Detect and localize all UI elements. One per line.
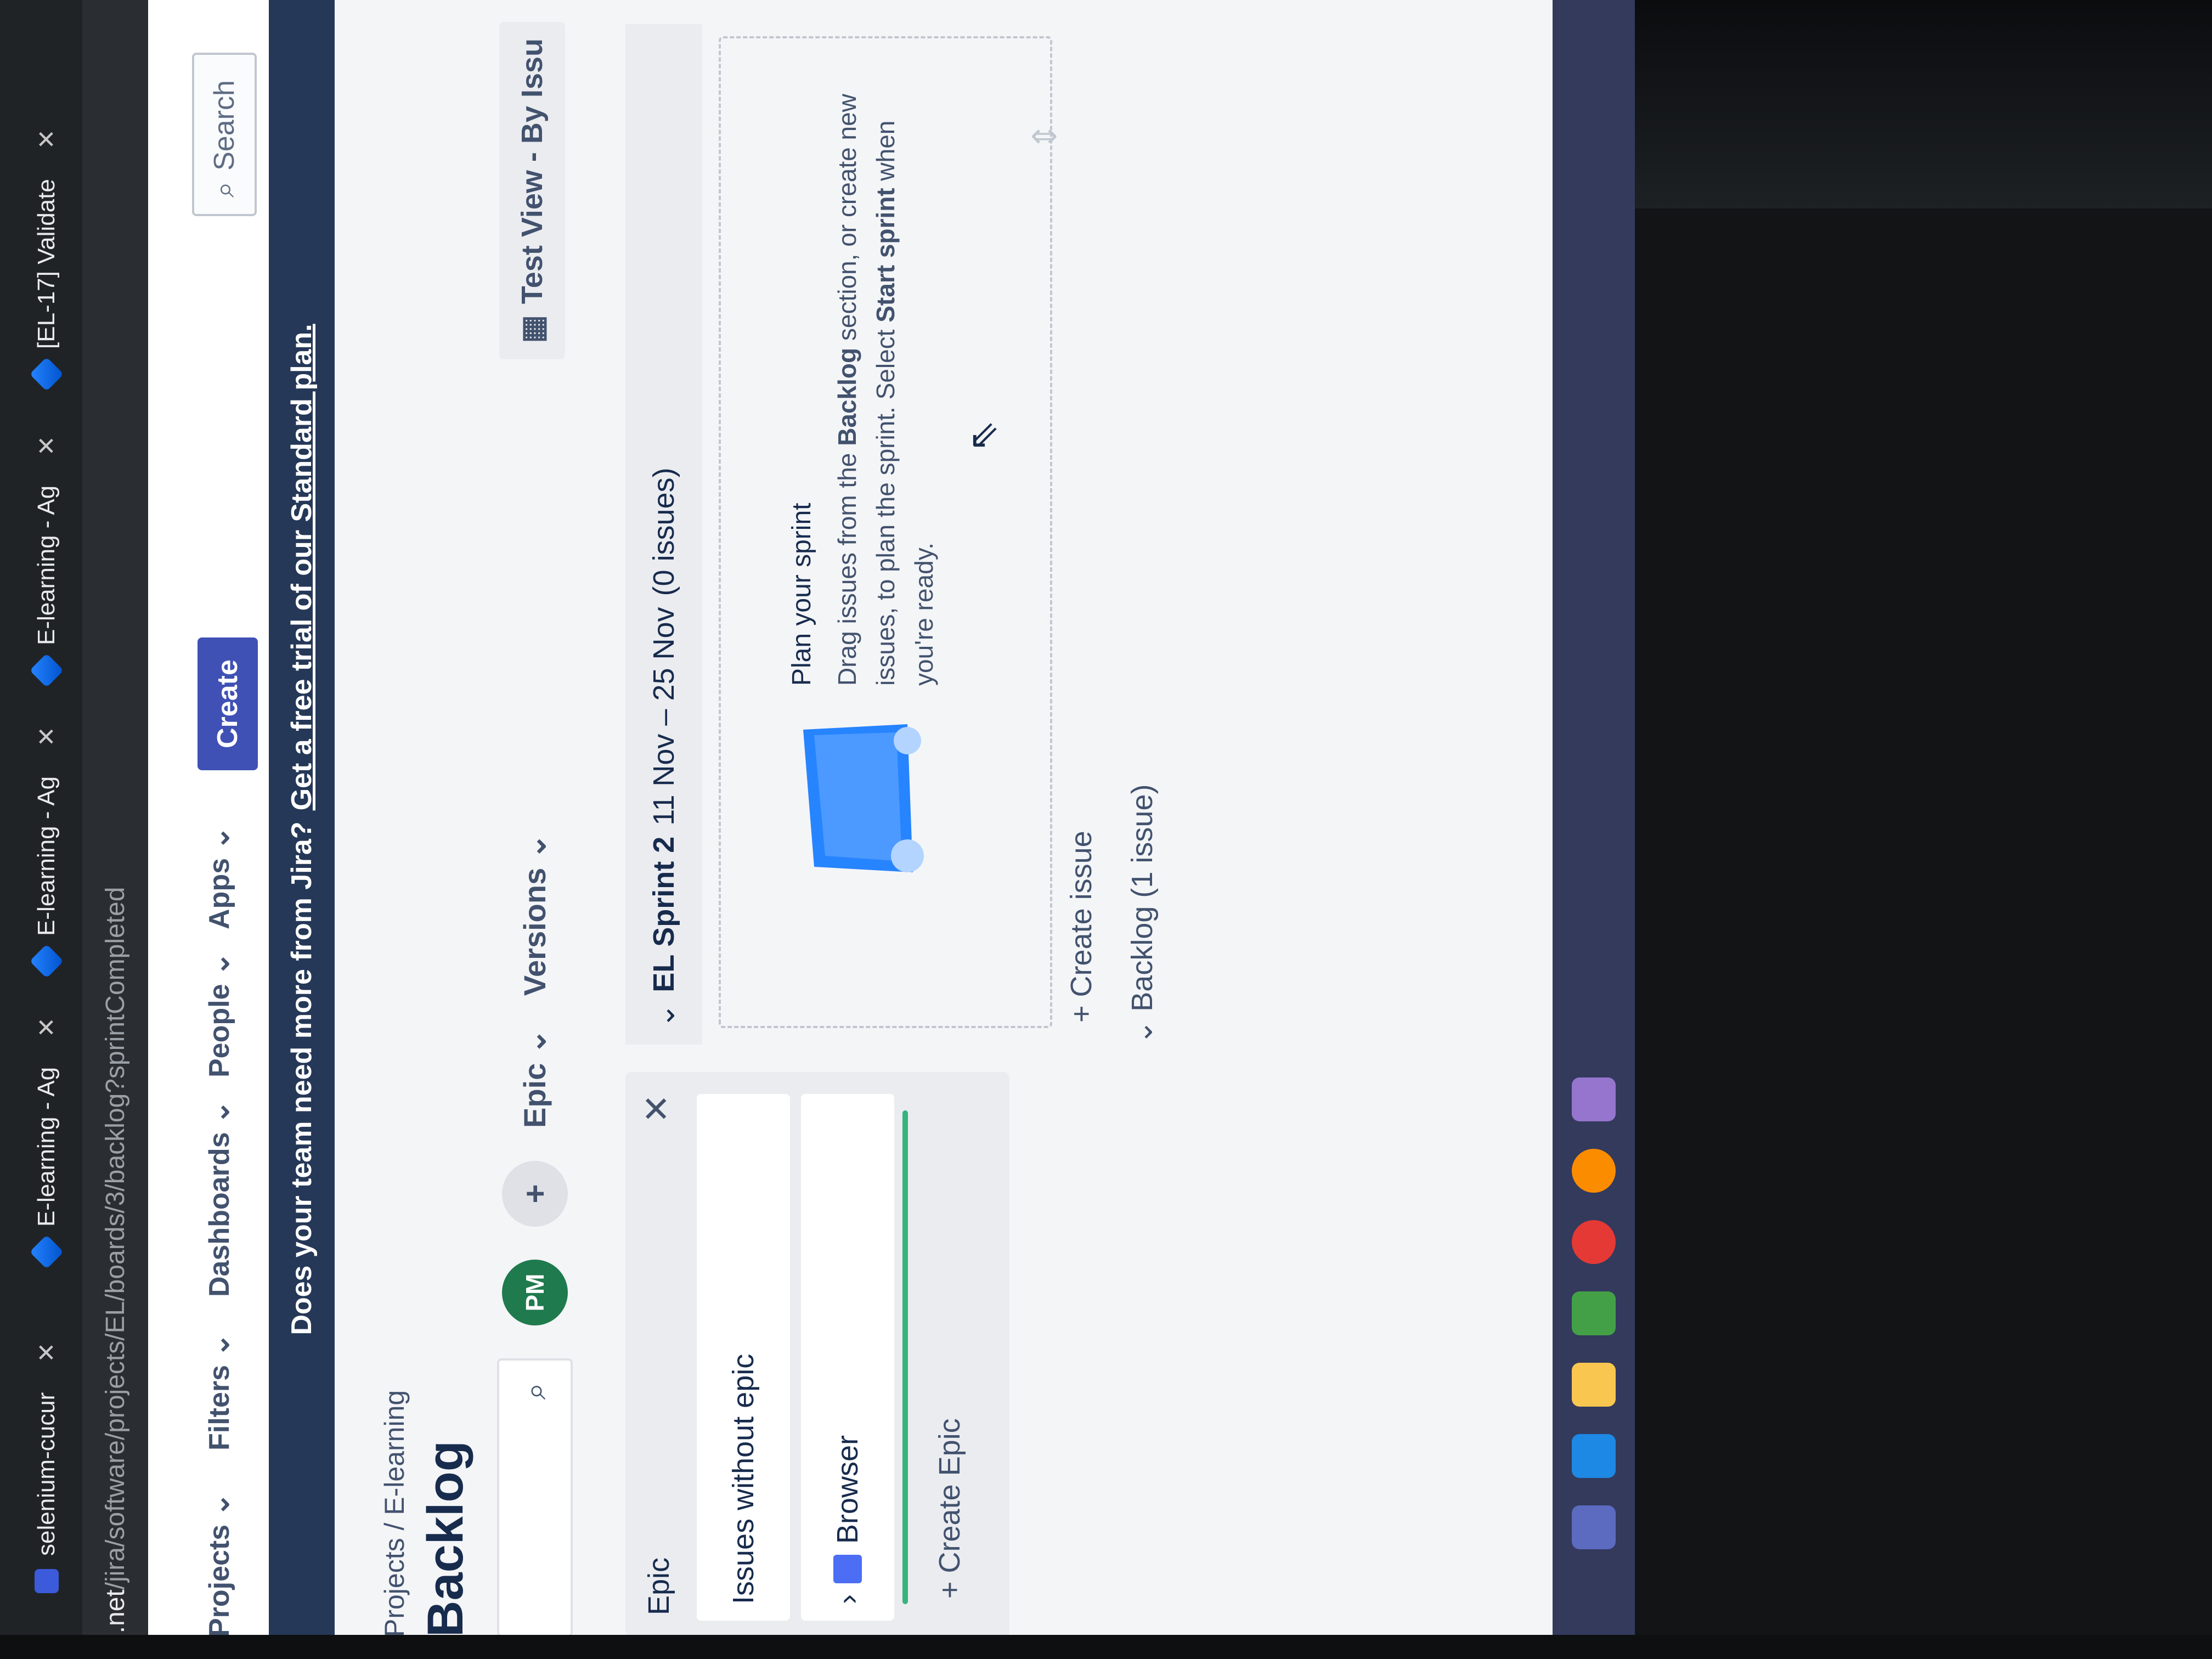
sprint-illustration-icon: [803, 724, 924, 872]
close-icon[interactable]: ✕: [33, 1342, 61, 1363]
nav-dashboards[interactable]: Dashboards ⌄: [203, 1100, 236, 1297]
create-epic-button[interactable]: + Create Epic: [933, 1418, 967, 1599]
backlog-section-header[interactable]: ⌄ Backlog (1 issue): [1125, 785, 1159, 1045]
tab-label: selenium-cucur: [33, 1392, 60, 1556]
task-view-icon[interactable]: [1572, 1505, 1616, 1549]
page-title: Backlog: [417, 1441, 473, 1637]
browser-tab[interactable]: selenium-cucur ✕: [22, 1342, 71, 1593]
nav-people-label: People: [204, 984, 235, 1078]
create-epic-label: Create Epic: [933, 1418, 966, 1573]
epic-filter-dropdown[interactable]: Epic ⌄: [517, 1029, 553, 1128]
backlog-label: Backlog: [1126, 906, 1159, 1012]
jira-favicon-icon: [29, 653, 64, 688]
avatar[interactable]: PM: [502, 1260, 568, 1325]
board-view-selector[interactable]: ▦ Test View - By Issu: [499, 22, 565, 360]
nav-projects-label: Projects: [204, 1524, 235, 1637]
create-issue-label: Create issue: [1065, 831, 1098, 997]
jira-favicon-icon: [29, 944, 64, 979]
epic-filter-label: Epic: [517, 1063, 552, 1128]
snipping-tool-icon[interactable]: [1572, 1077, 1616, 1121]
view-icon: ▦: [516, 315, 549, 343]
mouse-pointer-icon: ⇖: [961, 420, 1004, 452]
chevron-down-icon[interactable]: ⌄: [1126, 1020, 1159, 1045]
close-icon[interactable]: ✕: [33, 436, 61, 456]
nav-apps[interactable]: Apps ⌄: [203, 826, 236, 929]
jira-favicon-icon: [29, 357, 64, 392]
tab-label: E-learning - Ag: [33, 1066, 60, 1227]
board-filters: ⌕ PM + Epic ⌄ Versions ⌄: [497, 833, 573, 1637]
nav-filters[interactable]: Filters ⌄: [203, 1333, 236, 1451]
store-icon[interactable]: [1572, 1291, 1616, 1335]
browser-tab[interactable]: E-learning - Ag ✕: [22, 436, 71, 688]
epic-row-label: Browser: [831, 1435, 864, 1544]
laptop-keyboard: [0, 1635, 2212, 1659]
edge-browser-icon[interactable]: [1572, 1434, 1616, 1478]
plan-sprint-title: Plan your sprint: [787, 503, 816, 686]
drag-handle-icon[interactable]: ⇕: [1026, 123, 1064, 150]
epic-panel-heading: Epic: [642, 1557, 675, 1615]
tab-label: E-learning - Ag: [33, 485, 60, 645]
backlog-issue-count: (1 issue): [1126, 784, 1159, 898]
sprint-name: EL Sprint 2: [647, 836, 680, 992]
tab-label: [EL-17] Validate: [33, 179, 60, 349]
address-bar[interactable]: n.net /jira/software/projects/EL/boards/…: [82, 0, 148, 1659]
nav-people[interactable]: People ⌄: [203, 952, 236, 1077]
epic-panel: Epic ✕ Issues without epic › Browser + C…: [625, 1072, 1009, 1637]
close-icon[interactable]: ✕: [33, 1017, 61, 1037]
browser-tab[interactable]: E-learning - Ag ✕: [22, 726, 71, 979]
chevron-right-icon[interactable]: ›: [831, 1594, 865, 1604]
epic-progress-bar: [902, 1110, 908, 1604]
jira-page: Projects ⌄ Filters ⌄ Dashboards ⌄ People…: [148, 0, 1635, 1659]
sprint-header[interactable]: ⌄ EL Sprint 2 11 Nov – 25 Nov (0 issues): [625, 24, 702, 1045]
versions-filter-dropdown[interactable]: Versions ⌄: [517, 833, 553, 996]
nav-filters-label: Filters: [204, 1364, 235, 1451]
banner-text: Does your team need more from Jira?: [286, 821, 318, 1335]
global-search-input[interactable]: ⌕ Search: [192, 53, 257, 216]
browser-tab[interactable]: [EL-17] Validate ✕: [22, 129, 71, 392]
breadcrumb[interactable]: Projects / E-learning: [379, 1390, 410, 1637]
jira-favicon-icon: [29, 1234, 64, 1269]
top-navigation: Projects ⌄ Filters ⌄ Dashboards ⌄ People…: [148, 0, 270, 1659]
sprint-drop-zone[interactable]: Plan your sprint Drag issues from the Ba…: [719, 36, 1052, 1028]
plan-text-start-sprint: Start sprint: [871, 188, 900, 323]
close-icon[interactable]: ✕: [33, 726, 61, 747]
plan-text-part: Drag issues from the: [833, 453, 861, 686]
versions-filter-label: Versions: [517, 867, 552, 996]
chevron-down-icon[interactable]: ⌄: [647, 1003, 681, 1028]
nav-dashboards-label: Dashboards: [204, 1132, 235, 1297]
browser-tab[interactable]: E-learning - Ag ✕: [22, 1017, 71, 1269]
selenium-favicon-icon: [35, 1569, 59, 1593]
browser-tab-bar: selenium-cucur ✕ E-learning - Ag ✕ E-lea…: [0, 0, 82, 1659]
epic-row-label: Issues without epic: [727, 1353, 760, 1604]
create-button[interactable]: Create: [198, 637, 258, 770]
file-explorer-icon[interactable]: [1572, 1363, 1616, 1407]
epic-color-icon: [833, 1555, 862, 1584]
add-people-icon[interactable]: +: [502, 1161, 568, 1227]
firefox-icon[interactable]: [1572, 1149, 1616, 1193]
plan-text-backlog: Backlog: [833, 347, 861, 446]
address-path: /jira/software/projects/EL/boards/3/back…: [100, 887, 130, 1590]
laptop-screen: selenium-cucur ✕ E-learning - Ag ✕ E-lea…: [0, 0, 1635, 1659]
chrome-icon[interactable]: [1572, 1220, 1616, 1264]
search-icon: ⌕: [208, 181, 240, 198]
close-icon[interactable]: ✕: [33, 129, 61, 149]
plan-sprint-text: Drag issues from the Backlog section, or…: [828, 55, 943, 686]
create-issue-button[interactable]: + Create issue: [1064, 831, 1098, 1023]
nav-projects[interactable]: Projects ⌄: [203, 1493, 236, 1637]
windows-taskbar: [1553, 0, 1635, 1659]
epic-row-issues-without-epic[interactable]: Issues without epic: [697, 1094, 790, 1621]
tab-label: E-learning - Ag: [33, 776, 60, 936]
board-view-label: Test View - By Issu: [516, 38, 549, 304]
backlog-search-input[interactable]: ⌕: [497, 1358, 573, 1637]
close-icon[interactable]: ✕: [636, 1094, 678, 1124]
epic-row-browser[interactable]: › Browser: [801, 1094, 894, 1621]
search-placeholder: Search: [208, 80, 240, 171]
search-icon: ⌕: [517, 1383, 552, 1400]
upgrade-banner: Does your team need more from Jira? Get …: [269, 0, 335, 1659]
nav-apps-label: Apps: [204, 858, 235, 929]
sprint-issue-count: (0 issues): [647, 467, 680, 596]
sprint-dates: 11 Nov – 25 Nov: [647, 607, 680, 826]
sprint-section: ⌄ EL Sprint 2 11 Nov – 25 Nov (0 issues)…: [625, 24, 1098, 1045]
banner-trial-link[interactable]: Get a free trial of our Standard plan.: [285, 324, 318, 810]
